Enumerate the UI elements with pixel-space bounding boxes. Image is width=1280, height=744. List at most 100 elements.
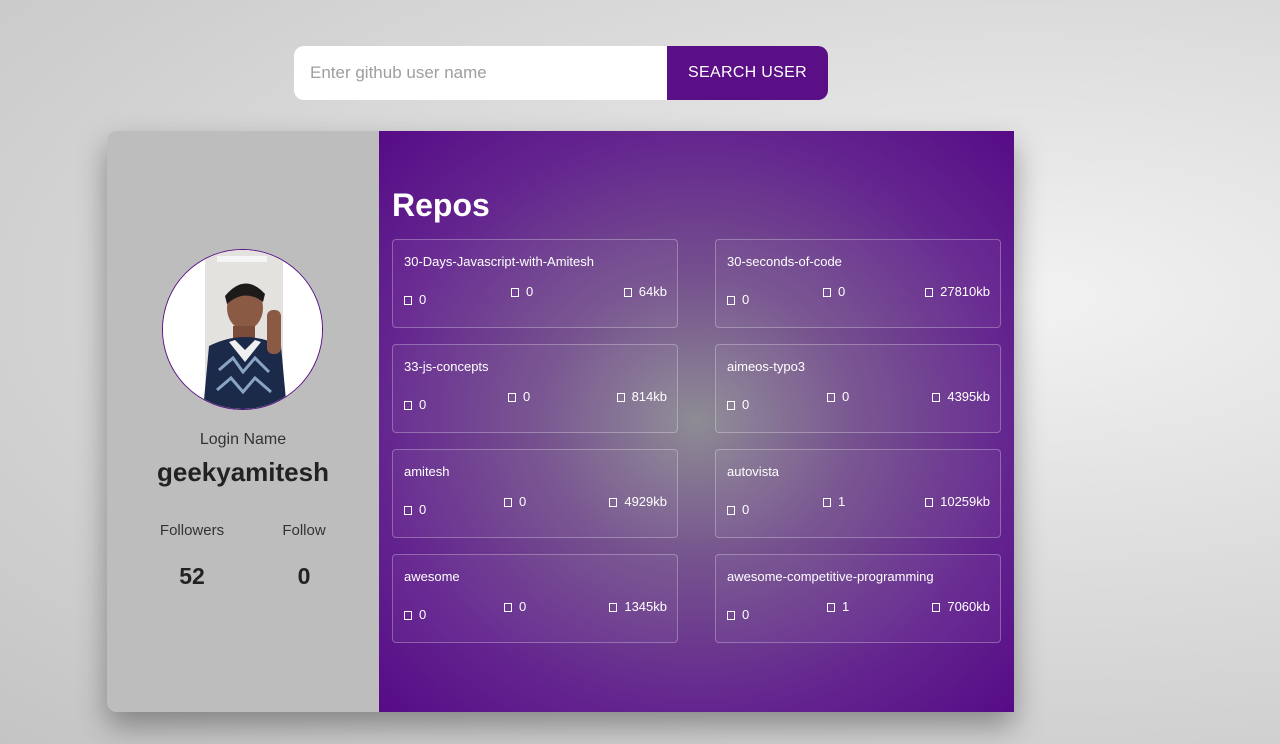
repo-forks: 0 [504,494,526,509]
repo-size: 4929kb [609,494,667,509]
repo-forks: 0 [827,389,849,404]
repo-card[interactable]: 30-seconds-of-code 0 0 27810kb [715,239,1001,328]
size-value: 7060kb [947,599,990,614]
repo-stars: 0 [727,397,749,412]
repo-size: 1345kb [609,599,667,614]
fork-icon [504,603,512,612]
fork-icon [827,393,835,402]
stars-count: 0 [742,292,750,307]
stars-count: 0 [419,397,427,412]
repo-name: autovista [727,464,780,479]
login-name-caption: Login Name [199,431,287,448]
file-icon [609,603,618,612]
repo-name: aimeos-typo3 [727,359,806,374]
repo-stars: 0 [404,502,426,517]
repo-stars: 0 [727,607,749,622]
file-icon [932,393,941,402]
repo-size: 64kb [623,284,667,299]
stars-count: 0 [742,607,750,622]
user-card: Login Name geekyamitesh Followers Follow… [107,131,1014,712]
file-icon [932,603,941,612]
repo-forks: 1 [827,599,849,614]
forks-count: 0 [526,284,534,299]
repo-card[interactable]: 33-js-concepts 0 0 814kb [392,344,678,433]
repo-card[interactable]: amitesh 0 0 4929kb [392,449,678,538]
repo-stars: 0 [404,292,426,307]
forks-count: 0 [519,494,527,509]
fork-icon [511,288,519,297]
size-value: 4395kb [947,389,990,404]
stars-count: 0 [742,397,750,412]
repo-size: 4395kb [932,389,990,404]
size-value: 1345kb [624,599,667,614]
repo-stars: 0 [727,502,749,517]
file-icon [925,498,934,507]
fork-icon [827,603,835,612]
file-icon [609,498,618,507]
repo-forks: 0 [504,599,526,614]
star-icon [727,401,735,410]
repo-name: awesome [404,569,460,584]
repo-card[interactable]: autovista 0 1 10259kb [715,449,1001,538]
stars-count: 0 [419,607,427,622]
size-value: 27810kb [940,284,990,299]
repo-forks: 1 [823,494,845,509]
repo-size: 10259kb [925,494,990,509]
avatar [162,249,323,410]
search-bar: SEARCH USER [294,46,828,100]
repo-card[interactable]: aimeos-typo3 0 0 4395kb [715,344,1001,433]
forks-count: 0 [838,284,846,299]
stars-count: 0 [742,502,750,517]
repo-card[interactable]: awesome-competitive-programming 0 1 7060… [715,554,1001,643]
repos-panel: Repos 30-Days-Javascript-with-Amitesh 0 … [379,131,1014,712]
star-icon [404,296,412,305]
repo-name: 30-Days-Javascript-with-Amitesh [404,254,594,269]
repos-title: Repos [392,187,490,223]
login-name: geekyamitesh [157,457,329,487]
star-icon [404,401,412,410]
forks-count: 1 [838,494,846,509]
following-label: Follow [282,522,326,539]
repo-forks: 0 [511,284,533,299]
star-icon [727,611,735,620]
repo-name: 30-seconds-of-code [727,254,842,269]
repo-stars: 0 [727,292,749,307]
repo-size: 7060kb [932,599,990,614]
stars-count: 0 [419,292,427,307]
size-value: 814kb [631,389,667,404]
stars-count: 0 [419,502,427,517]
fork-icon [823,498,831,507]
file-icon [925,288,934,297]
star-icon [404,506,412,515]
fork-icon [508,393,516,402]
star-icon [404,611,412,620]
size-value: 64kb [638,284,667,299]
repo-forks: 0 [508,389,530,404]
repo-size: 814kb [616,389,667,404]
fork-icon [823,288,831,297]
fork-icon [504,498,512,507]
forks-count: 0 [523,389,531,404]
avatar-photo [163,250,322,409]
followers-count: 52 [179,563,205,589]
repo-size: 27810kb [925,284,990,299]
following-count: 0 [297,563,311,589]
size-value: 10259kb [940,494,990,509]
forks-count: 0 [519,599,527,614]
repo-name: 33-js-concepts [404,359,489,374]
size-value: 4929kb [624,494,667,509]
profile-panel: Login Name geekyamitesh Followers Follow… [107,131,379,712]
star-icon [727,506,735,515]
repo-name: amitesh [404,464,450,479]
search-user-button[interactable]: SEARCH USER [667,46,828,100]
repo-stars: 0 [404,607,426,622]
repo-card[interactable]: awesome 0 0 1345kb [392,554,678,643]
file-icon [616,393,625,402]
star-icon [727,296,735,305]
forks-count: 0 [842,389,850,404]
repo-card[interactable]: 30-Days-Javascript-with-Amitesh 0 0 64kb [392,239,678,328]
search-input[interactable] [294,46,667,100]
repo-stars: 0 [404,397,426,412]
repo-forks: 0 [823,284,845,299]
followers-label: Followers [159,522,225,539]
